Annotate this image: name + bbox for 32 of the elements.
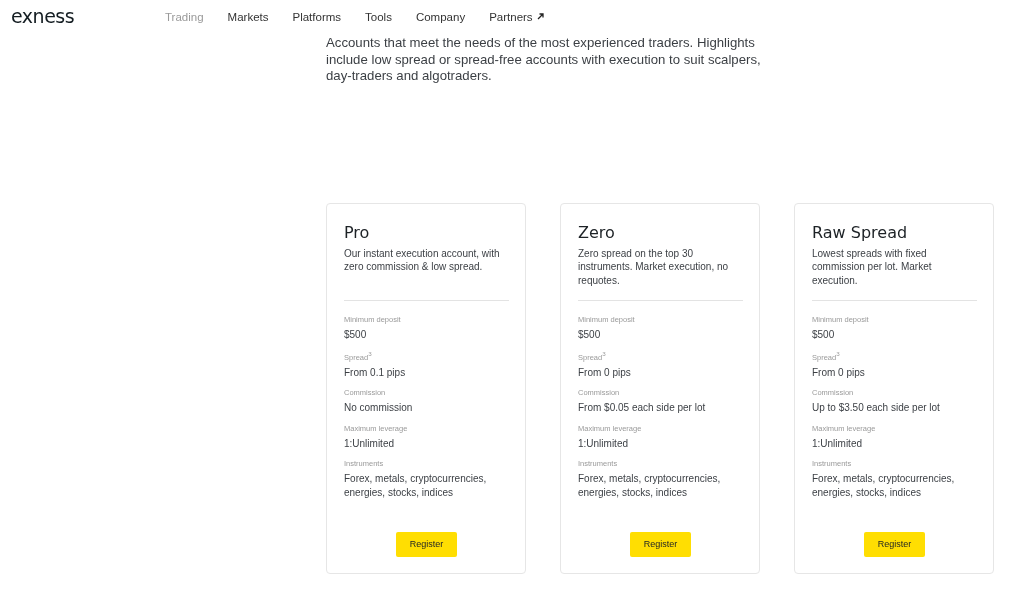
register-button[interactable]: Register bbox=[630, 531, 691, 557]
register-button[interactable]: Register bbox=[396, 531, 457, 557]
card-title: Pro bbox=[344, 222, 371, 242]
spec-value: Up to $3.50 each side per lot bbox=[812, 401, 941, 415]
spec-value: $500 bbox=[578, 327, 602, 341]
nav-link[interactable]: Company bbox=[415, 10, 466, 23]
spec-value: 1:Unlimited bbox=[812, 436, 864, 450]
register-button[interactable]: Register bbox=[864, 531, 925, 557]
nav-link[interactable]: Markets bbox=[227, 10, 269, 23]
spec-value: No commission bbox=[344, 401, 414, 415]
spec-value: From $0.05 each side per lot bbox=[578, 401, 707, 415]
spec-value: Forex, metals, cryptocurrencies, energies, stocks, indices bbox=[344, 472, 488, 499]
logo[interactable]: exness bbox=[11, 7, 165, 26]
spec-value: $500 bbox=[344, 327, 368, 341]
spec-value: Forex, metals, cryptocurrencies, energies, stocks, indices bbox=[578, 472, 722, 499]
spec-value: Forex, metals, cryptocurrencies, energies, stocks, indices bbox=[812, 472, 956, 499]
intro-text: Accounts that meet the needs of the most experienced traders. Highlights include low spread or spread-free accounts with execution to suit scalpers, day-traders and algotraders. bbox=[326, 35, 762, 85]
card-description: Our instant execution account, with zero commission & low spread. bbox=[344, 246, 501, 274]
spec-value: 1:Unlimited bbox=[578, 436, 630, 450]
nav-link[interactable]: Tools bbox=[365, 10, 392, 23]
spec-value: 1:Unlimited bbox=[344, 436, 396, 450]
spec-value: From 0 pips bbox=[812, 365, 866, 379]
card-title: Zero bbox=[578, 222, 616, 242]
card-description: Lowest spreads with fixed commission per lot. Market execution. bbox=[812, 246, 933, 287]
card-description: Zero spread on the top 30 instruments. Market execution, no requotes. bbox=[578, 246, 730, 287]
spec-value: From 0.1 pips bbox=[344, 365, 407, 379]
nav-link[interactable]: Platforms bbox=[292, 10, 342, 23]
external-link-icon bbox=[536, 13, 544, 20]
nav-link[interactable]: Partners bbox=[489, 10, 544, 23]
spec-value: From 0 pips bbox=[578, 365, 632, 379]
card-title: Raw Spread bbox=[812, 222, 909, 242]
spec-value: $500 bbox=[812, 327, 836, 341]
